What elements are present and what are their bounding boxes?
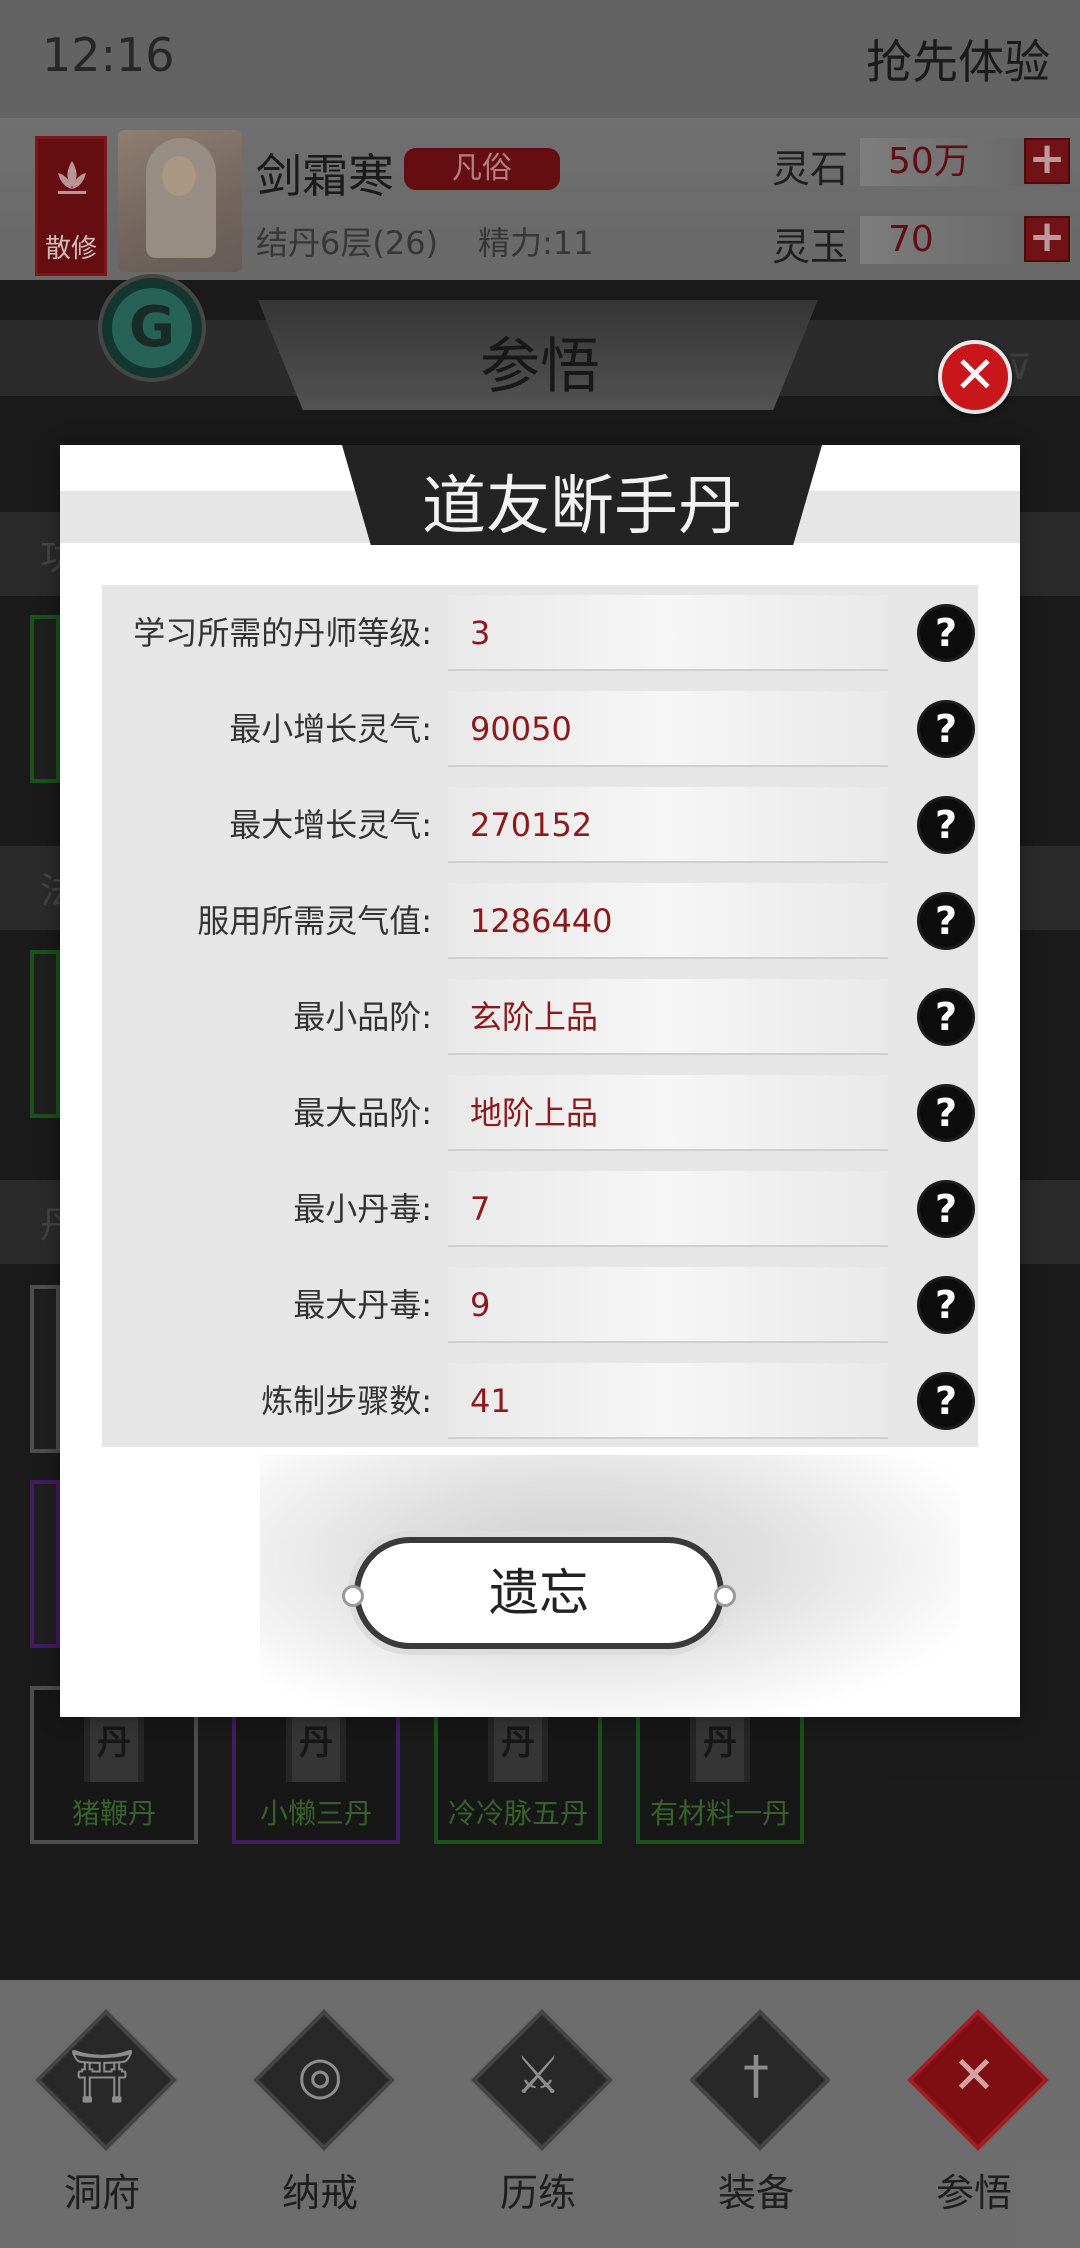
row-value: 玄阶上品 — [470, 998, 599, 1036]
info-row-min-qi-gain: 最小增长灵气: 90050 ? — [102, 681, 978, 777]
row-value: 7 — [470, 1190, 491, 1228]
player-header: 散修 剑霜寒 凡俗 结丹6层(26) 精力:11 灵石 50万 + 灵玉 70 … — [0, 118, 1080, 280]
item-slot[interactable] — [30, 615, 60, 783]
row-label: 最大增长灵气: — [229, 806, 432, 844]
nav-label: 装备 — [717, 2171, 794, 2215]
help-icon[interactable]: ? — [920, 1183, 972, 1235]
row-value: 9 — [470, 1286, 491, 1324]
row-label: 最小品阶: — [293, 998, 432, 1036]
nav-canwu[interactable]: ✕ 参悟 — [894, 2009, 1054, 2230]
pill-name: 小懒三丹 — [259, 1797, 372, 1830]
sect-badge[interactable]: 散修 — [35, 136, 107, 276]
spirit-stone-label: 灵石 — [772, 147, 849, 191]
gate-icon: ⛩ — [68, 2047, 135, 2107]
add-spirit-stone-button[interactable]: + — [1024, 137, 1070, 184]
nav-label: 参悟 — [935, 2171, 1012, 2215]
add-spirit-jade-button[interactable]: + — [1024, 215, 1070, 262]
row-value: 1286440 — [470, 902, 613, 940]
avatar[interactable] — [118, 130, 242, 272]
help-icon[interactable]: ? — [920, 1087, 972, 1139]
g-logo-icon: G — [112, 288, 192, 368]
info-row-max-toxicity: 最大丹毒: 9 ? — [102, 1257, 978, 1353]
row-value: 41 — [470, 1382, 511, 1420]
info-row-max-grade: 最大品阶: 地阶上品 ? — [102, 1065, 978, 1161]
status-bar: 12:16 抢先体验 — [0, 0, 1080, 118]
cultivation-realm: 结丹6层(26) — [256, 224, 439, 262]
close-modal-button[interactable]: ✕ — [938, 340, 1012, 414]
cross-icon: ✕ — [952, 2046, 996, 2106]
row-value: 3 — [470, 614, 491, 652]
help-icon[interactable]: ? — [920, 1375, 972, 1427]
help-icon[interactable]: ? — [920, 703, 972, 755]
help-icon[interactable]: ? — [920, 607, 972, 659]
pill-name: 猪鞭丹 — [71, 1797, 156, 1830]
early-access-label[interactable]: 抢先体验 — [866, 26, 1050, 92]
lotus-icon — [58, 161, 86, 194]
pill-name: 冷冷脉五丹 — [447, 1797, 588, 1830]
row-label: 服用所需灵气值: — [197, 902, 432, 940]
nav-label: 纳戒 — [281, 2171, 358, 2215]
game-assistant-button[interactable]: G — [98, 274, 206, 382]
help-icon[interactable]: ? — [920, 1279, 972, 1331]
spirit-jade-label: 灵玉 — [772, 225, 849, 269]
item-slot[interactable] — [30, 1480, 60, 1648]
pill-detail-modal: 道友断手丹 学习所需的丹师等级: 3 ? 最小增长灵气: 90050 ? 最大增… — [60, 445, 1020, 1717]
nav-label: 洞府 — [63, 2171, 140, 2215]
energy-value: 精力:11 — [478, 224, 594, 262]
rank-tag: 凡俗 — [404, 148, 560, 190]
row-label: 最小增长灵气: — [229, 710, 432, 748]
nav-najie[interactable]: ◎ 纳戒 — [240, 2009, 400, 2230]
row-label: 最小丹毒: — [293, 1190, 432, 1228]
info-row-max-qi-gain: 最大增长灵气: 270152 ? — [102, 777, 978, 873]
help-icon[interactable]: ? — [920, 799, 972, 851]
pill-info-table: 学习所需的丹师等级: 3 ? 最小增长灵气: 90050 ? 最大增长灵气: 2… — [102, 585, 978, 1447]
nav-label: 历练 — [499, 2171, 576, 2215]
nav-dongfu[interactable]: ⛩ 洞府 — [22, 2009, 182, 2230]
help-icon[interactable]: ? — [920, 991, 972, 1043]
row-label: 学习所需的丹师等级: — [133, 614, 432, 652]
bottom-nav: ⛩ 洞府 ◎ 纳戒 ⚔ 历练 † 装备 ✕ 参悟 — [0, 1980, 1080, 2248]
info-row-min-toxicity: 最小丹毒: 7 ? — [102, 1161, 978, 1257]
nav-zhuangbei[interactable]: † 装备 — [676, 2009, 836, 2230]
player-name: 剑霜寒 — [256, 149, 394, 203]
row-value: 270152 — [470, 806, 593, 844]
row-value: 地阶上品 — [470, 1094, 599, 1132]
info-row-min-grade: 最小品阶: 玄阶上品 ? — [102, 969, 978, 1065]
item-slot[interactable] — [30, 1285, 60, 1453]
pill-name: 有材料一丹 — [649, 1797, 790, 1830]
forget-button[interactable]: 遗忘 — [342, 1537, 736, 1649]
info-row-dan-master-level: 学习所需的丹师等级: 3 ? — [102, 585, 978, 681]
dagger-icon: † — [743, 2046, 769, 2106]
crossed-swords-icon: ⚔ — [514, 2046, 562, 2106]
row-label: 最大丹毒: — [293, 1286, 432, 1324]
modal-title: 道友断手丹 — [422, 470, 742, 544]
nav-lilian[interactable]: ⚔ 历练 — [458, 2009, 618, 2230]
ring-icon: ◎ — [297, 2046, 343, 2106]
sect-label: 散修 — [44, 234, 97, 264]
row-value: 90050 — [470, 710, 572, 748]
info-row-required-qi: 服用所需灵气值: 1286440 ? — [102, 873, 978, 969]
info-row-refining-steps: 炼制步骤数: 41 ? — [102, 1353, 978, 1449]
row-label: 最大品阶: — [293, 1094, 432, 1132]
item-slot[interactable] — [30, 950, 60, 1118]
forget-button-label: 遗忘 — [489, 1564, 589, 1622]
help-icon[interactable]: ? — [920, 895, 972, 947]
row-label: 炼制步骤数: — [261, 1382, 432, 1420]
status-time: 12:16 — [42, 28, 175, 82]
